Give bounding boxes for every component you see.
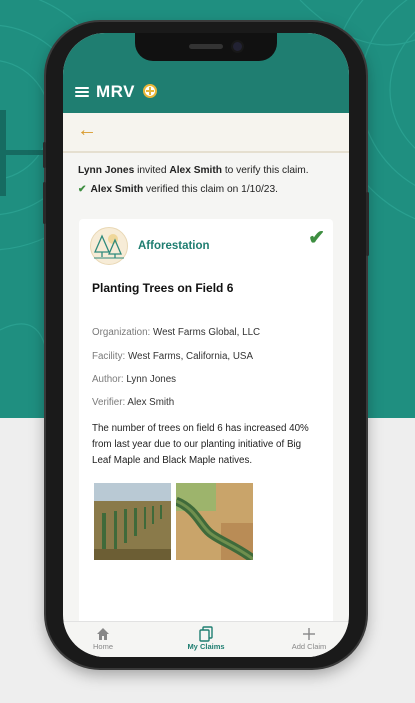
mute-switch [43, 142, 46, 168]
aerial-river-photo[interactable] [176, 483, 253, 560]
verifier-row: Verifier: Alex Smith [92, 397, 175, 408]
verified-status-check-icon: ✔ [308, 227, 325, 249]
nav-my-claims[interactable]: My Claims [166, 622, 246, 657]
hamburger-menu-icon[interactable] [75, 87, 89, 97]
nav-home[interactable]: Home [63, 622, 143, 657]
invite-to: Alex Smith [169, 165, 222, 176]
category-label: Afforestation [138, 240, 210, 252]
claim-description: The number of trees on field 6 has incre… [92, 423, 309, 466]
nav-add-claim[interactable]: Add Claim [269, 622, 349, 657]
claim-title: Planting Trees on Field 6 [92, 281, 234, 295]
power-button [366, 192, 369, 256]
facility-row: Facility: West Farms, California, USA [92, 351, 253, 362]
phone-screen: MRV ← Lynn Jones invited Alex Smith to v… [63, 33, 349, 657]
home-icon [63, 624, 143, 642]
invite-line: Lynn Jones invited Alex Smith to verify … [78, 165, 309, 176]
brand-logo: MRV [96, 82, 135, 101]
author-row: Author: Lynn Jones [92, 374, 177, 385]
phone-frame: MRV ← Lynn Jones invited Alex Smith to v… [43, 22, 369, 668]
afforestation-trees-icon [90, 227, 128, 265]
plus-icon [269, 624, 349, 642]
verified-by: Alex Smith [90, 184, 144, 195]
verified-check-icon: ✔ [78, 184, 87, 195]
volume-up-button [43, 182, 46, 224]
claim-card[interactable]: Afforestation ✔ Planting Trees on Field … [79, 219, 333, 639]
invite-from: Lynn Jones [78, 165, 135, 176]
claims-icon [166, 624, 246, 642]
back-arrow-icon[interactable]: ← [77, 119, 97, 142]
bottom-navigation: Home My Claims Add Claim [63, 621, 349, 657]
speaker-grille [189, 44, 223, 49]
back-bar: ← [63, 113, 349, 153]
verified-line: ✔ Alex Smith verified this claim on 1/10/… [78, 184, 278, 195]
notch [135, 33, 277, 61]
tree-rows-photo[interactable] [94, 483, 171, 560]
front-camera [233, 42, 242, 51]
brand-plus-icon [143, 84, 157, 98]
organization-row: Organization: West Farms Global, LLC [92, 327, 261, 338]
